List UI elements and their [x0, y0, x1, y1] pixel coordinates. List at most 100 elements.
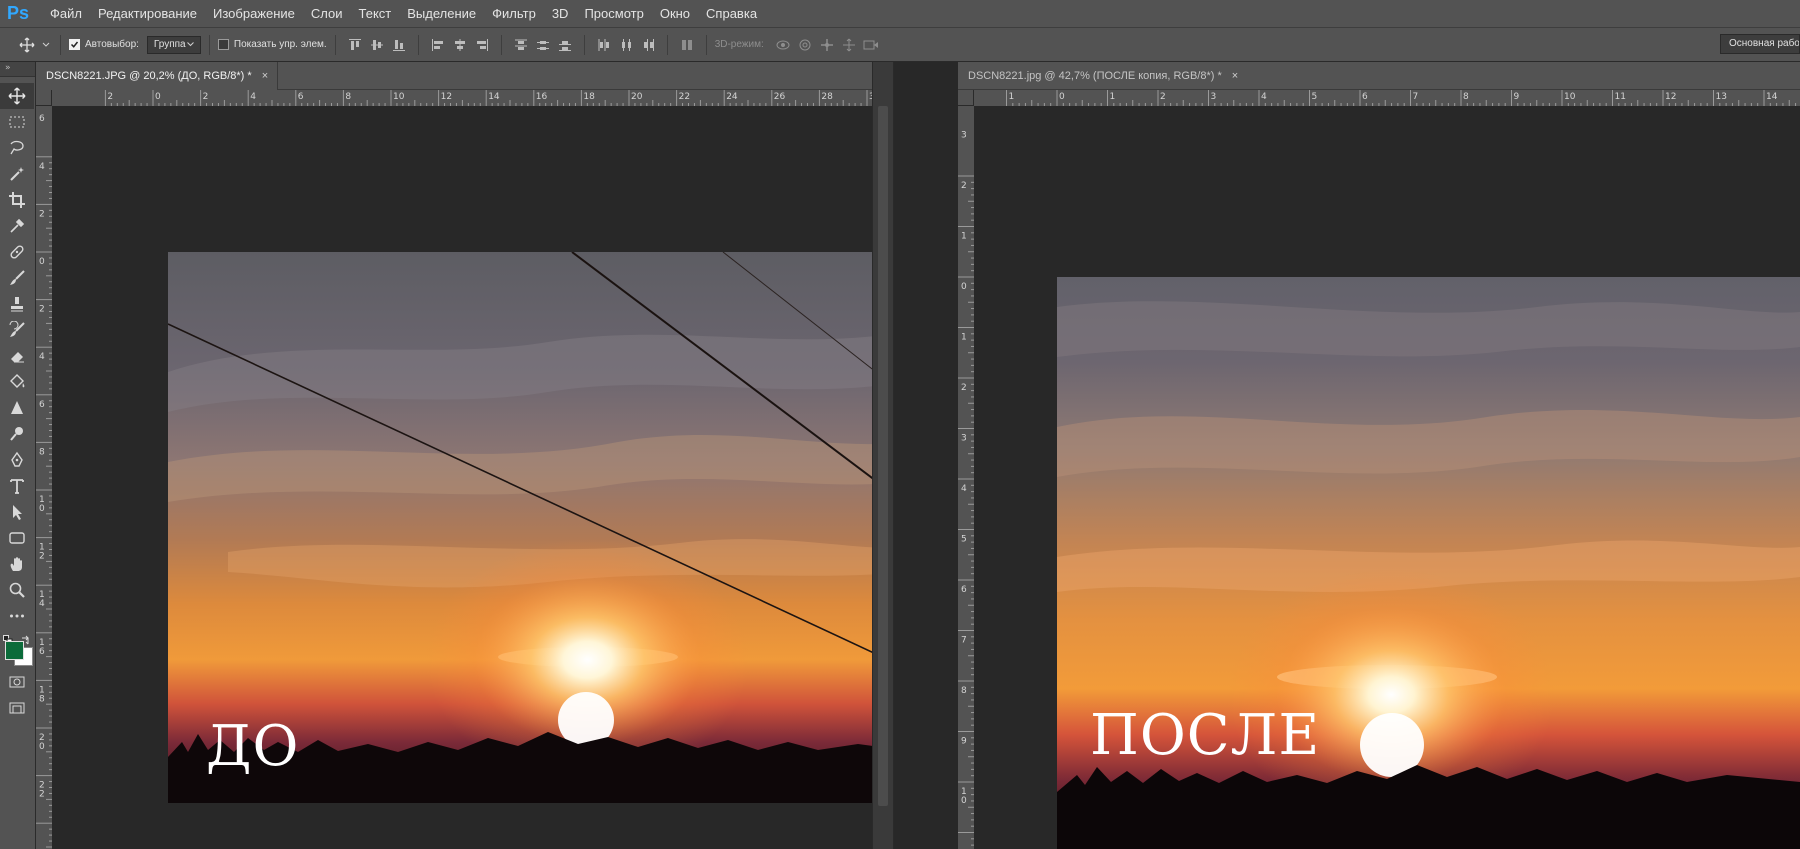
- distribute-bottom-icon[interactable]: [554, 34, 576, 56]
- type-tool-icon[interactable]: [0, 473, 34, 499]
- autoselect-mode-value: Группа: [153, 39, 186, 50]
- align-right-icon[interactable]: [471, 34, 493, 56]
- horizontal-ruler[interactable]: 202468101214161820222426283032: [52, 90, 872, 107]
- ruler-label: 2: [39, 305, 45, 315]
- menu-view[interactable]: Просмотр: [576, 0, 651, 28]
- ruler-label: 7: [1413, 92, 1419, 102]
- blur-tool-icon[interactable]: [0, 395, 34, 421]
- divider: [334, 34, 336, 55]
- history-brush-icon[interactable]: [0, 317, 34, 343]
- rectangle-tool-icon[interactable]: [0, 525, 34, 551]
- ruler-label: 2: [961, 383, 967, 393]
- document-tab-before[interactable]: DSCN8221.JPG @ 20,2% (ДО, RGB/8*) * ×: [36, 62, 278, 90]
- ruler-label: 8: [39, 694, 45, 704]
- ruler-label: 5: [1312, 92, 1318, 102]
- path-selection-icon[interactable]: [0, 499, 34, 525]
- menu-file[interactable]: Файл: [42, 0, 90, 28]
- menu-filter[interactable]: Фильтр: [484, 0, 544, 28]
- align-bottom-icon[interactable]: [388, 34, 410, 56]
- ruler-label: 4: [1261, 92, 1267, 102]
- move-tool-preset-icon[interactable]: [14, 34, 40, 56]
- photo-after[interactable]: ПОСЛЕ: [1057, 277, 1800, 849]
- eyedropper-icon[interactable]: [0, 213, 34, 239]
- panel-splitter[interactable]: [872, 62, 894, 849]
- tools-panel-collapse[interactable]: »: [0, 62, 35, 77]
- menu-help[interactable]: Справка: [698, 0, 765, 28]
- orbit-3d-icon[interactable]: [772, 34, 794, 56]
- document-tab-after[interactable]: DSCN8221.jpg @ 42,7% (ПОСЛЕ копия, RGB/8…: [958, 62, 1248, 90]
- distribute-top-icon[interactable]: [510, 34, 532, 56]
- align-vcenter-icon[interactable]: [366, 34, 388, 56]
- distribute-hcenter-icon[interactable]: [615, 34, 637, 56]
- menu-3d[interactable]: 3D: [544, 0, 577, 28]
- clone-stamp-icon[interactable]: [0, 291, 34, 317]
- ruler-label: 10: [393, 92, 405, 102]
- magic-wand-icon[interactable]: [0, 161, 34, 187]
- distribute-right-icon[interactable]: [637, 34, 659, 56]
- menu-edit[interactable]: Редактирование: [90, 0, 205, 28]
- divider: [705, 34, 707, 55]
- healing-brush-icon[interactable]: [0, 239, 34, 265]
- ruler-label: 9: [961, 737, 967, 747]
- ruler-origin[interactable]: [958, 90, 974, 106]
- ruler-label: 3: [961, 434, 967, 444]
- ruler-label: 1: [961, 232, 967, 242]
- vertical-ruler[interactable]: 6420246810121416182022: [36, 106, 53, 849]
- screen-mode-icon[interactable]: [0, 695, 34, 721]
- align-top-icon[interactable]: [344, 34, 366, 56]
- quick-mask-icon[interactable]: [0, 669, 34, 695]
- ruler-origin[interactable]: [36, 90, 52, 106]
- color-swatches: [0, 629, 35, 669]
- paint-bucket-icon[interactable]: [0, 369, 34, 395]
- foreground-color-swatch[interactable]: [5, 641, 24, 660]
- ruler-label: 8: [961, 686, 967, 696]
- photo-before[interactable]: ДО: [168, 252, 872, 803]
- brush-tool-icon[interactable]: [0, 265, 34, 291]
- menu-image[interactable]: Изображение: [205, 0, 303, 28]
- crop-tool-icon[interactable]: [0, 187, 34, 213]
- autoselect-checkbox[interactable]: [69, 39, 80, 50]
- align-hcenter-icon[interactable]: [449, 34, 471, 56]
- divider: [60, 34, 61, 55]
- pan-3d-icon[interactable]: [816, 34, 838, 56]
- marquee-tool-icon[interactable]: [0, 109, 34, 135]
- lasso-tool-icon[interactable]: [0, 135, 34, 161]
- more-tools-icon[interactable]: [0, 603, 34, 629]
- vertical-ruler[interactable]: 321012345678910: [958, 106, 975, 849]
- dodge-tool-icon[interactable]: [0, 421, 34, 447]
- ruler-label: 8: [345, 92, 351, 102]
- ruler-label: 1: [1009, 92, 1015, 102]
- ruler-label: 14: [1766, 92, 1778, 102]
- eraser-icon[interactable]: [0, 343, 34, 369]
- move-tool-icon[interactable]: [0, 83, 34, 109]
- distribute-left-icon[interactable]: [593, 34, 615, 56]
- roll-3d-icon[interactable]: [794, 34, 816, 56]
- ruler-ticks: 6420246810121416182022: [36, 114, 52, 848]
- chevron-down-icon[interactable]: [40, 34, 52, 56]
- menu-type[interactable]: Текст: [351, 0, 400, 28]
- close-icon[interactable]: ×: [1232, 70, 1238, 82]
- distribute-vcenter-icon[interactable]: [532, 34, 554, 56]
- slide-3d-icon[interactable]: [838, 34, 860, 56]
- ruler-label: 2: [203, 92, 209, 102]
- ruler-label: 6: [298, 92, 304, 102]
- hand-tool-icon[interactable]: [0, 551, 34, 577]
- scale-3d-icon[interactable]: [860, 34, 882, 56]
- ruler-label: 3: [961, 131, 967, 141]
- ruler-label: 16: [536, 92, 548, 102]
- autoselect-mode-select[interactable]: Группа: [146, 35, 201, 54]
- pen-tool-icon[interactable]: [0, 447, 34, 473]
- horizontal-ruler[interactable]: 1 0 1 2 3 4 5 6 7 8 9 10 11 12 13 14: [974, 90, 1800, 107]
- menu-layers[interactable]: Слои: [303, 0, 351, 28]
- close-icon[interactable]: ×: [262, 70, 268, 82]
- menu-select[interactable]: Выделение: [399, 0, 484, 28]
- canvas-area[interactable]: ПОСЛЕ: [974, 106, 1800, 849]
- zoom-tool-icon[interactable]: [0, 577, 34, 603]
- vertical-scrollbar[interactable]: [878, 106, 888, 806]
- align-left-icon[interactable]: [427, 34, 449, 56]
- canvas-area[interactable]: ДО: [52, 106, 872, 849]
- auto-align-layers-icon[interactable]: [676, 34, 698, 56]
- menu-window[interactable]: Окно: [652, 0, 698, 28]
- workspace-select[interactable]: Основная рабочая: [1720, 34, 1800, 54]
- show-transform-checkbox[interactable]: [217, 39, 229, 50]
